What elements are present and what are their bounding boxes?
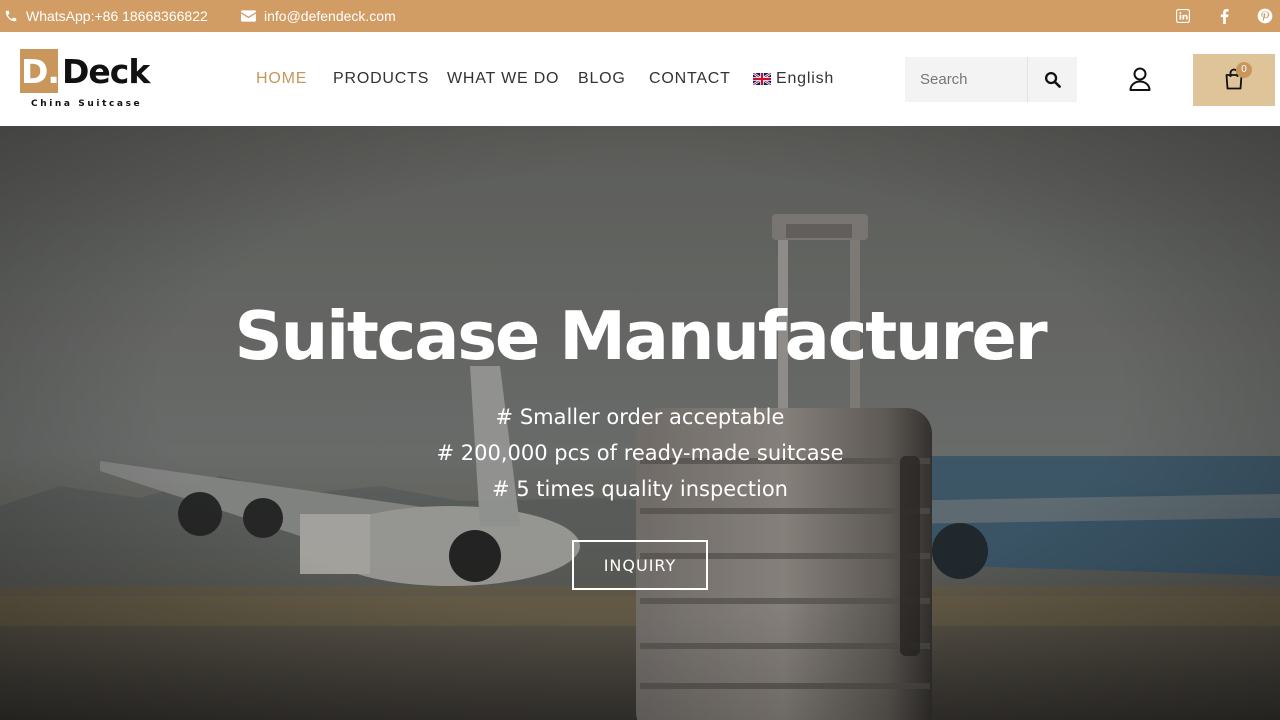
site-header: D. Deck China Suitcase HOME PRODUCTS WHA…: [0, 32, 1280, 126]
search-button[interactable]: [1028, 57, 1077, 102]
hero-feature-2: # 200,000 pcs of ready-made suitcase: [436, 441, 844, 465]
email-text: info@defendeck.com: [264, 8, 396, 24]
cart-count-badge: 0: [1236, 62, 1252, 78]
language-switcher[interactable]: English: [753, 32, 834, 126]
whatsapp-contact[interactable]: WhatsApp:+86 18668366822: [4, 0, 208, 32]
nav-home[interactable]: HOME: [256, 32, 307, 126]
top-bar: WhatsApp:+86 18668366822 info@defendeck.…: [0, 0, 1280, 32]
search-input[interactable]: [905, 57, 1027, 102]
nav-blog[interactable]: BLOG: [578, 32, 626, 126]
hero-title: Suitcase Manufacturer: [234, 297, 1048, 375]
whatsapp-text: WhatsApp:+86 18668366822: [26, 8, 208, 24]
linkedin-icon[interactable]: [1175, 8, 1191, 24]
hero-feature-1: # Smaller order acceptable: [495, 405, 785, 429]
hero-feature-3: # 5 times quality inspection: [492, 477, 788, 501]
email-contact[interactable]: info@defendeck.com: [241, 0, 396, 32]
logo-wordmark: Deck: [62, 52, 150, 91]
pinterest-icon[interactable]: [1257, 8, 1273, 24]
search-box: [905, 57, 1077, 102]
phone-icon: [5, 10, 17, 22]
search-icon: [1044, 71, 1061, 88]
logo-tagline: China Suitcase: [31, 99, 143, 109]
language-label: English: [776, 70, 835, 87]
nav-contact[interactable]: CONTACT: [649, 32, 731, 126]
logo[interactable]: D. Deck China Suitcase: [20, 49, 160, 111]
envelope-icon: [241, 10, 256, 22]
nav-products[interactable]: PRODUCTS: [333, 32, 429, 126]
cart-button[interactable]: 0: [1193, 54, 1275, 106]
account-icon[interactable]: [1128, 66, 1152, 92]
uk-flag-icon: [753, 73, 771, 85]
inquiry-button[interactable]: INQUIRY: [572, 540, 708, 590]
logo-mark-text: D.: [21, 52, 60, 91]
hero-banner: Suitcase Manufacturer # Smaller order ac…: [0, 126, 1280, 720]
nav-what-we-do[interactable]: WHAT WE DO: [447, 32, 559, 126]
facebook-icon[interactable]: [1216, 8, 1232, 24]
